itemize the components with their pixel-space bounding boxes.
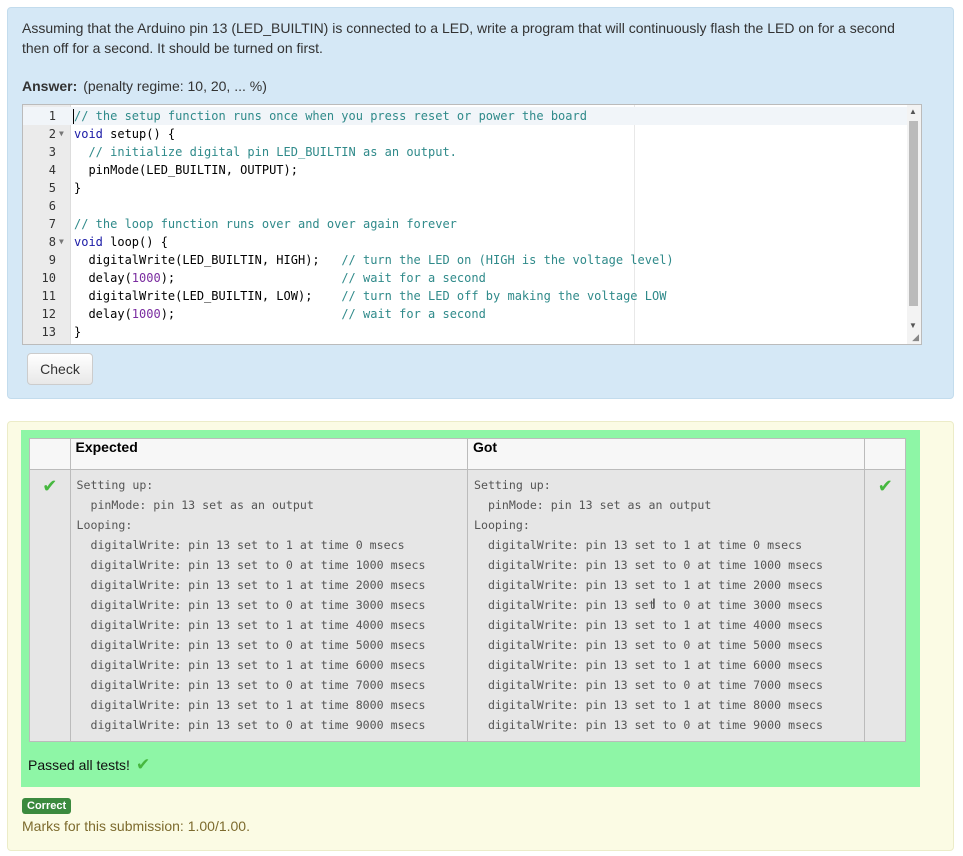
- line-number: 12: [41, 307, 56, 321]
- code-line[interactable]: 5}: [23, 179, 908, 197]
- code-line[interactable]: 1 // the setup function runs once when yo…: [23, 107, 908, 125]
- code-token: // turn the LED on (HIGH is the voltage …: [341, 253, 674, 267]
- line-number: 4: [48, 163, 56, 177]
- code-text[interactable]: }: [74, 179, 81, 197]
- expected-cell: Setting up: pinMode: pin 13 set as an ou…: [69, 469, 468, 742]
- code-line[interactable]: 6: [23, 197, 908, 215]
- code-token: delay(: [74, 307, 132, 321]
- fold-arrow-icon[interactable]: ▼: [59, 125, 64, 143]
- code-token: delay(: [74, 271, 132, 285]
- code-token: 1000: [131, 307, 161, 321]
- code-token: void: [74, 235, 103, 249]
- header-spacer-right: [864, 438, 906, 470]
- code-line[interactable]: 10 delay(1000); // wait for a second: [23, 269, 908, 287]
- code-token: );: [160, 307, 342, 321]
- code-token: // wait for a second: [341, 271, 486, 285]
- checkmark-icon: ✔: [877, 476, 893, 496]
- code-line[interactable]: 9 digitalWrite(LED_BUILTIN, HIGH); // tu…: [23, 251, 908, 269]
- got-cell: Setting up: pinMode: pin 13 set as an ou…: [466, 469, 866, 742]
- table-row: ✔ Setting up: pinMode: pin 13 set as an …: [29, 469, 906, 742]
- code-line[interactable]: 2 ▼ void setup() {: [23, 125, 908, 143]
- line-number: 9: [48, 253, 56, 267]
- code-line[interactable]: 4 pinMode(LED_BUILTIN, OUTPUT);: [23, 161, 908, 179]
- code-line[interactable]: 3 // initialize digital pin LED_BUILTIN …: [23, 143, 908, 161]
- line-number: 6: [48, 199, 56, 213]
- check-button[interactable]: Check: [27, 353, 93, 385]
- code-line[interactable]: 12 delay(1000); // wait for a second: [23, 305, 908, 323]
- code-token: }: [74, 181, 82, 195]
- row-status-right: ✔: [864, 469, 906, 742]
- editor-scrollbar[interactable]: ▲ ▼: [907, 105, 921, 344]
- code-text[interactable]: digitalWrite(LED_BUILTIN, LOW); // turn …: [74, 287, 666, 305]
- code-text[interactable]: // the loop function runs over and over …: [74, 215, 457, 233]
- scroll-up-arrow-icon[interactable]: ▲: [909, 107, 917, 116]
- line-number: 7: [48, 217, 56, 231]
- code-token: loop() {: [102, 235, 168, 249]
- passed-all-tests: Passed all tests! ✔: [28, 755, 150, 775]
- question-text: Assuming that the Arduino pin 13 (LED_BU…: [22, 20, 895, 56]
- text-cursor-icon: I: [652, 595, 656, 611]
- code-token: 1000: [131, 271, 161, 285]
- text-caret: [73, 109, 74, 124]
- checkmark-icon: ✔: [135, 755, 151, 774]
- line-number: 2: [48, 127, 56, 141]
- code-token: void: [74, 127, 103, 141]
- code-token: digitalWrite(LED_BUILTIN, HIGH);: [74, 253, 342, 267]
- passed-text: Passed all tests!: [28, 757, 130, 773]
- code-token: // the loop function runs over and over …: [74, 217, 457, 231]
- scrollbar-thumb[interactable]: [909, 121, 918, 306]
- correct-badge: Correct: [22, 798, 72, 814]
- line-number: 13: [41, 325, 56, 339]
- answer-line: Answer: (penalty regime: 10, 20, ... %): [22, 78, 267, 94]
- code-line[interactable]: 7 // the loop function runs over and over…: [23, 215, 908, 233]
- got-output: Setting up: pinMode: pin 13 set as an ou…: [473, 478, 823, 732]
- line-number: 11: [41, 289, 56, 303]
- code-token: );: [160, 271, 342, 285]
- resize-handle-icon[interactable]: ◢: [912, 332, 919, 343]
- code-text[interactable]: delay(1000); // wait for a second: [74, 269, 486, 287]
- test-results-table: Expected Got ✔ Setting up: pinMode: pin …: [29, 438, 906, 742]
- code-token: // turn the LED off by making the voltag…: [341, 289, 667, 303]
- code-text[interactable]: // the setup function runs once when you…: [74, 107, 587, 125]
- expected-output: Setting up: pinMode: pin 13 set as an ou…: [76, 478, 426, 732]
- test-results-box: Expected Got ✔ Setting up: pinMode: pin …: [21, 430, 920, 787]
- code-token: }: [74, 325, 82, 339]
- line-number: 8: [48, 235, 56, 249]
- code-text[interactable]: }: [74, 323, 81, 341]
- scroll-down-arrow-icon[interactable]: ▼: [909, 321, 917, 330]
- code-token: setup() {: [102, 127, 176, 141]
- line-number: 1: [48, 109, 56, 123]
- line-number: 10: [41, 271, 56, 285]
- checkmark-icon: ✔: [42, 476, 58, 496]
- code-line[interactable]: 8 ▼ void loop() {: [23, 233, 908, 251]
- header-expected: Expected: [69, 438, 468, 470]
- code-line[interactable]: 13}: [23, 323, 908, 341]
- results-panel: Expected Got ✔ Setting up: pinMode: pin …: [7, 421, 954, 851]
- fold-arrow-icon[interactable]: ▼: [59, 233, 64, 251]
- code-text[interactable]: void setup() {: [74, 125, 175, 143]
- code-text[interactable]: digitalWrite(LED_BUILTIN, HIGH); // turn…: [74, 251, 674, 269]
- code-text[interactable]: void loop() {: [74, 233, 168, 251]
- header-got: Got: [466, 438, 866, 470]
- penalty-regime: (penalty regime: 10, 20, ... %): [83, 78, 267, 94]
- line-number: 5: [48, 181, 56, 195]
- code-text[interactable]: delay(1000); // wait for a second: [74, 305, 486, 323]
- marks-text: Marks for this submission: 1.00/1.00.: [22, 818, 250, 834]
- code-token: pinMode(LED_BUILTIN, OUTPUT);: [74, 163, 298, 177]
- answer-label: Answer:: [22, 78, 78, 94]
- line-number: 3: [48, 145, 56, 159]
- code-token: // wait for a second: [341, 307, 486, 321]
- code-editor[interactable]: 1 // the setup function runs once when yo…: [22, 104, 922, 345]
- code-token: // the setup function runs once when you…: [74, 109, 587, 123]
- header-spacer-left: [29, 438, 71, 470]
- code-token: // initialize digital pin LED_BUILTIN as…: [74, 145, 457, 159]
- table-header-row: Expected Got: [29, 438, 906, 470]
- code-token: digitalWrite(LED_BUILTIN, LOW);: [74, 289, 342, 303]
- code-text[interactable]: pinMode(LED_BUILTIN, OUTPUT);: [74, 161, 298, 179]
- question-panel: Assuming that the Arduino pin 13 (LED_BU…: [7, 7, 954, 399]
- row-status-left: ✔: [29, 469, 71, 742]
- code-line[interactable]: 11 digitalWrite(LED_BUILTIN, LOW); // tu…: [23, 287, 908, 305]
- code-text[interactable]: // initialize digital pin LED_BUILTIN as…: [74, 143, 457, 161]
